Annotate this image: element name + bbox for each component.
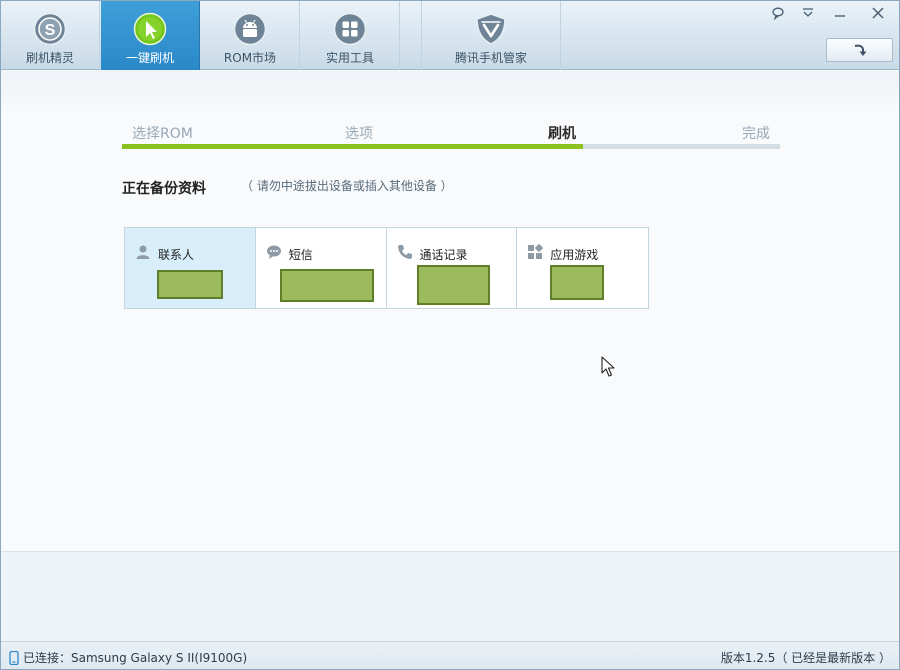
dropdown-menu-button[interactable] [793, 1, 823, 25]
step-flash: 刷机 [548, 126, 576, 142]
tab-label: 腾讯手机管家 [454, 51, 527, 65]
feedback-icon [772, 7, 784, 20]
backup-item-sms[interactable]: 短信 [255, 228, 387, 308]
step-select-rom: 选择ROM [132, 126, 193, 142]
top-toolbar: S 刷机精灵 一键刷机 ROM市场 实用工具 腾讯手机管家 [1, 1, 899, 70]
version-info: 版本1.2.5（ 已经是最新版本 ） [720, 651, 891, 665]
tab-tools[interactable]: 实用工具 [301, 1, 400, 70]
lower-panel [1, 551, 899, 641]
chat-bubble-icon [266, 245, 281, 259]
apps-grid-icon [528, 244, 544, 259]
close-button[interactable] [863, 1, 893, 25]
one-click-flash-icon [133, 12, 167, 46]
step-complete: 完成 [742, 126, 770, 142]
minimize-icon [835, 15, 845, 17]
tab-label: 实用工具 [325, 51, 374, 65]
mouse-cursor-icon [601, 356, 615, 377]
tab-tencent-manager[interactable]: 腾讯手机管家 [421, 1, 561, 70]
refresh-button[interactable] [826, 38, 893, 62]
tab-shuajijingling[interactable]: S 刷机精灵 [1, 1, 100, 70]
dropdown-menu-icon [803, 8, 813, 17]
backup-item-label: 联系人 [158, 248, 195, 262]
person-icon [136, 245, 150, 259]
svg-text:S: S [45, 22, 56, 39]
redacted-region [279, 269, 374, 302]
tencent-shield-icon [476, 13, 506, 45]
redacted-region [157, 270, 223, 299]
android-rom-market-icon [233, 12, 267, 46]
tab-one-click-flash[interactable]: 一键刷机 [101, 1, 200, 70]
status-bar: 已连接：Samsung Galaxy S II(I9100G) 版本1.2.5（… [1, 641, 899, 669]
tools-grid-icon [333, 12, 367, 46]
backup-item-call-log[interactable]: 通话记录 [386, 228, 518, 308]
phone-device-icon [9, 650, 19, 665]
tab-rom-market[interactable]: ROM市场 [201, 1, 300, 70]
redacted-region [550, 265, 605, 300]
connection-status-text: 已连接：Samsung Galaxy S II(I9100G) [23, 651, 248, 665]
main-content: 选择ROM 选项 刷机 完成 正在备份资料 （ 请勿中途拔出设备或插入其他设备 … [1, 71, 899, 551]
backup-item-contacts[interactable]: 联系人 [125, 228, 256, 308]
tab-label: 一键刷机 [125, 51, 174, 65]
step-progress-fill [122, 144, 583, 149]
curved-arrow-icon [854, 44, 866, 56]
shuajijingling-logo-icon: S [33, 12, 67, 46]
redacted-region [416, 265, 490, 305]
tab-label: 刷机精灵 [25, 51, 74, 65]
backup-item-label: 通话记录 [419, 248, 468, 262]
step-options: 选项 [345, 126, 373, 142]
connection-status: 已连接：Samsung Galaxy S II(I9100G) [9, 649, 247, 666]
backup-status-title: 正在备份资料 [122, 181, 206, 197]
minimize-button[interactable] [825, 1, 855, 25]
backup-items: 联系人 短信 通话记录 应用游戏 [124, 227, 649, 309]
backup-item-apps-games[interactable]: 应用游戏 [517, 228, 648, 308]
backup-item-label: 短信 [288, 248, 313, 262]
step-progress-bar [122, 144, 780, 149]
app-window: S 刷机精灵 一键刷机 ROM市场 实用工具 腾讯手机管家 选择ROM 选项 刷… [0, 0, 900, 670]
phone-icon [397, 245, 412, 259]
tab-label: ROM市场 [223, 51, 277, 65]
feedback-button[interactable] [763, 1, 793, 25]
backup-item-label: 应用游戏 [550, 248, 599, 262]
close-icon [872, 7, 884, 19]
backup-warning-hint: （ 请勿中途拔出设备或插入其他设备 ） [241, 179, 453, 193]
